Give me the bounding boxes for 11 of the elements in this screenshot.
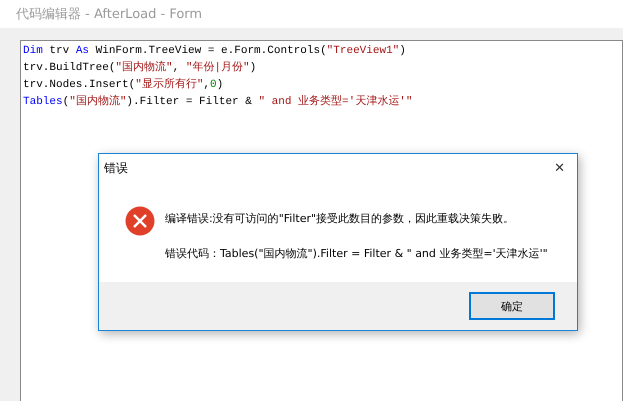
code-line: Dim trv As WinForm.TreeView = e.Form.Controls("TreeView1") <box>23 44 407 59</box>
error-message: 编译错误:没有可访问的"Filter"接受此数目的参数，因此重载决策失败。 <box>165 211 516 226</box>
window-title: 代码编辑器 - AfterLoad - Form <box>16 6 202 23</box>
code-line: trv.BuildTree("国内物流", "年份|月份") <box>23 60 258 76</box>
error-icon <box>125 206 155 236</box>
ok-button[interactable]: 确定 <box>469 292 555 320</box>
code-line: Tables("国内物流").Filter = Filter & " and 业务类型='天津水运'" <box>23 94 414 110</box>
code-line: trv.Nodes.Insert("显示所有行",0) <box>23 77 224 93</box>
dialog-title: 错误 <box>104 160 128 176</box>
close-icon[interactable]: ✕ <box>554 160 565 176</box>
error-code-text: 错误代码：Tables("国内物流").Filter = Filter & " and 业务类型='天津水运'" <box>165 246 548 261</box>
